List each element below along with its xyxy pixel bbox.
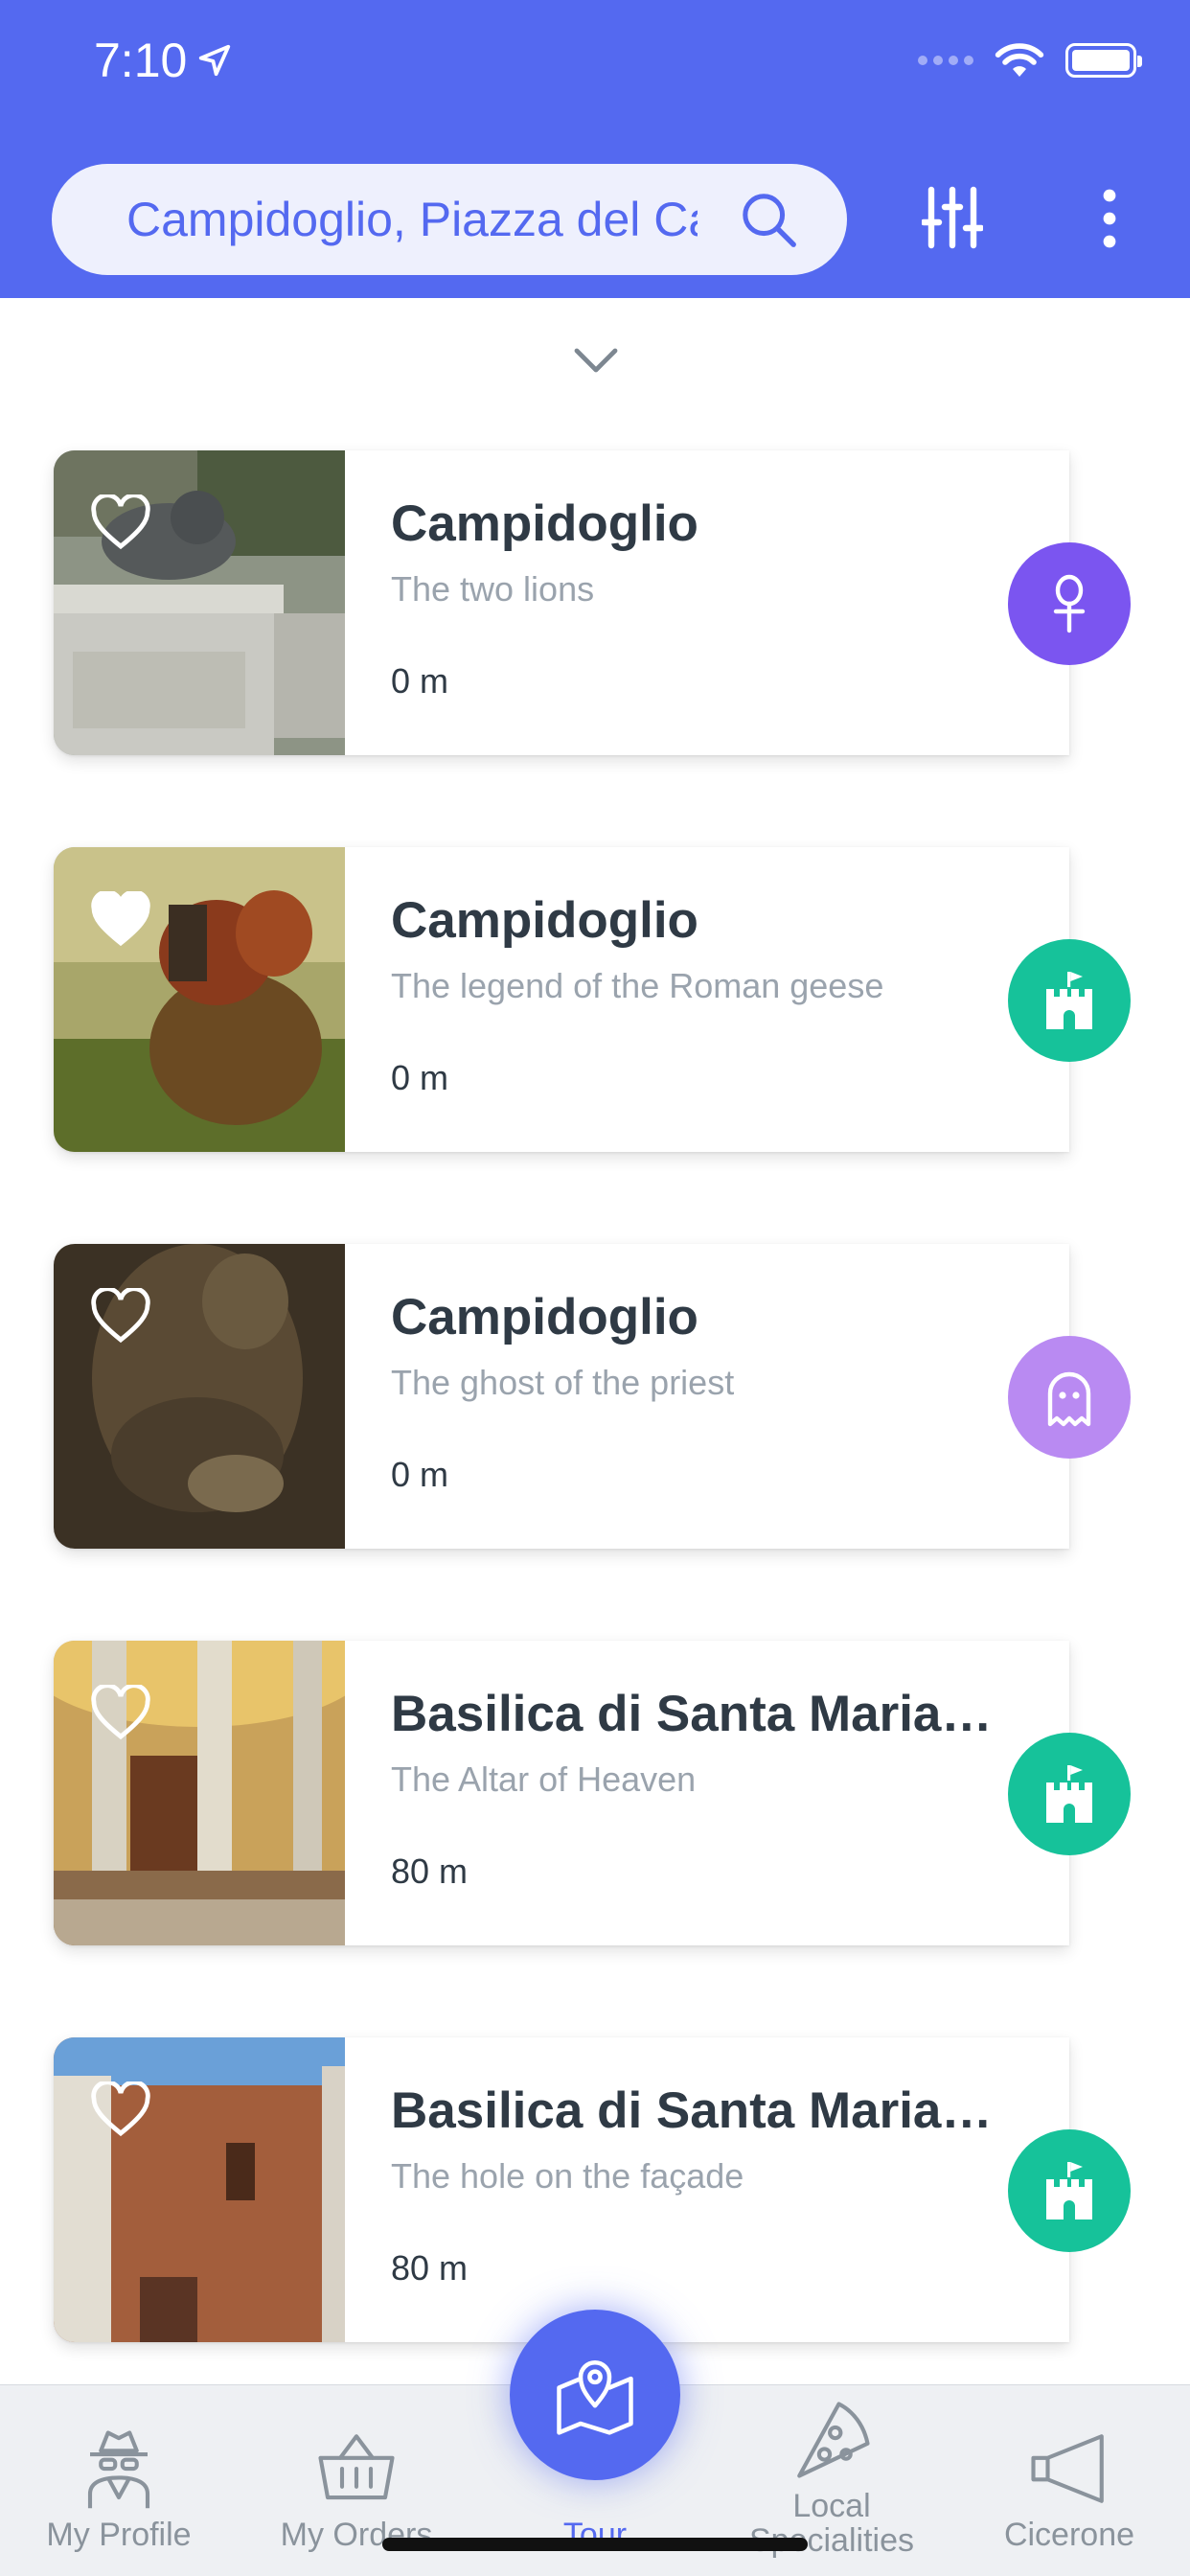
signal-icon bbox=[918, 56, 973, 65]
card-distance: 0 m bbox=[391, 1058, 449, 1097]
nav-label: Cicerone bbox=[1003, 2517, 1135, 2553]
battery-icon bbox=[1065, 43, 1142, 78]
nav-cicerone[interactable]: Cicerone bbox=[954, 2385, 1184, 2576]
list-item[interactable]: Campidoglio The legend of the Roman gees… bbox=[54, 847, 1069, 1152]
wifi-icon bbox=[995, 43, 1044, 77]
card-subtitle: The hole on the façade bbox=[391, 2156, 744, 2196]
search-bar[interactable]: Campidoglio, Piazza del Campidoglio bbox=[52, 164, 847, 275]
category-badge[interactable] bbox=[1008, 939, 1131, 1062]
status-time-label: 7:10 bbox=[94, 34, 188, 87]
status-indicators bbox=[918, 42, 1142, 79]
card-title: Basilica di Santa Maria… bbox=[391, 1686, 993, 1742]
app-header: 7:10 Campidoglio, Piazza del Campidoglio bbox=[0, 0, 1190, 298]
filter-sliders-icon[interactable] bbox=[922, 184, 983, 251]
map-pin-icon bbox=[557, 2360, 633, 2435]
location-arrow-icon bbox=[199, 44, 231, 77]
card-distance: 80 m bbox=[391, 1852, 469, 1891]
search-icon[interactable] bbox=[740, 191, 799, 250]
chevron-down-icon[interactable] bbox=[573, 347, 619, 376]
list-item[interactable]: Campidoglio The ghost of the priest 0 m bbox=[54, 1244, 1069, 1549]
category-badge[interactable] bbox=[1008, 1336, 1131, 1459]
card-distance: 0 m bbox=[391, 1455, 449, 1494]
castle-icon bbox=[1046, 2162, 1092, 2220]
card-distance: 0 m bbox=[391, 661, 449, 701]
nav-my-profile[interactable]: My Profile bbox=[4, 2385, 234, 2576]
search-input[interactable]: Campidoglio, Piazza del Campidoglio bbox=[126, 192, 698, 247]
card-subtitle: The ghost of the priest bbox=[391, 1363, 735, 1402]
card-subtitle: The Altar of Heaven bbox=[391, 1760, 697, 1799]
ankh-icon bbox=[1053, 574, 1086, 633]
favorite-heart-icon[interactable] bbox=[90, 1288, 151, 1344]
megaphone-icon bbox=[1031, 2434, 1104, 2503]
favorite-heart-icon[interactable] bbox=[90, 2082, 151, 2137]
nav-label: My Profile bbox=[46, 2517, 192, 2553]
category-badge[interactable] bbox=[1008, 542, 1131, 665]
category-badge[interactable] bbox=[1008, 1733, 1131, 1855]
castle-icon bbox=[1046, 972, 1092, 1029]
card-subtitle: The two lions bbox=[391, 569, 595, 609]
favorite-heart-icon[interactable] bbox=[90, 494, 151, 550]
home-indicator bbox=[382, 2538, 808, 2551]
status-time: 7:10 bbox=[94, 33, 233, 88]
card-title: Campidoglio bbox=[391, 495, 698, 552]
favorite-heart-icon[interactable] bbox=[90, 1685, 151, 1740]
favorite-heart-icon[interactable] bbox=[90, 891, 151, 947]
castle-icon bbox=[1046, 1765, 1092, 1823]
pizza-slice-icon bbox=[797, 2402, 870, 2478]
card-title: Campidoglio bbox=[391, 1289, 698, 1346]
card-title: Campidoglio bbox=[391, 892, 698, 949]
card-distance: 80 m bbox=[391, 2248, 469, 2288]
category-badge[interactable] bbox=[1008, 2129, 1131, 2252]
list-item[interactable]: Basilica di Santa Maria… The hole on the… bbox=[54, 2037, 1069, 2342]
ghost-icon bbox=[1047, 1371, 1091, 1427]
card-title: Basilica di Santa Maria… bbox=[391, 2082, 993, 2139]
nav-label: Local bbox=[792, 2488, 871, 2524]
card-subtitle: The legend of the Roman geese bbox=[391, 966, 884, 1005]
more-options-icon[interactable] bbox=[1092, 188, 1127, 249]
tour-fab-button[interactable] bbox=[510, 2310, 680, 2480]
detective-profile-icon bbox=[87, 2430, 150, 2509]
list-item[interactable]: Basilica di Santa Maria… The Altar of He… bbox=[54, 1641, 1069, 1945]
list-item[interactable]: Campidoglio The two lions 0 m bbox=[54, 450, 1069, 755]
basket-icon bbox=[318, 2434, 395, 2500]
